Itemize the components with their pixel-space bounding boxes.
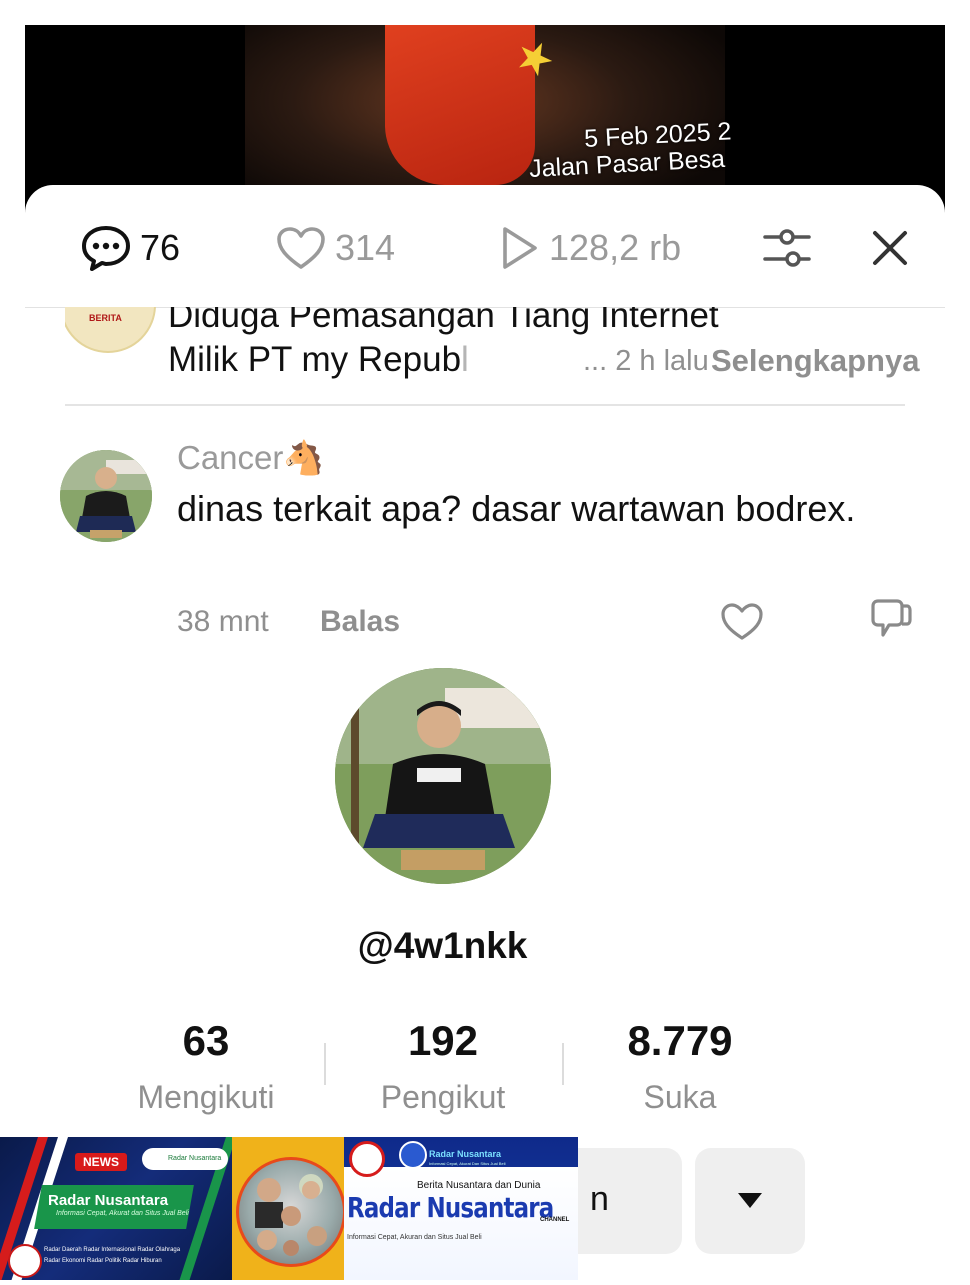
close-icon xyxy=(873,231,907,265)
dislike-icon xyxy=(871,599,912,637)
banner-people-image xyxy=(255,1174,327,1256)
plays-stat-button[interactable]: 128,2 rb xyxy=(497,223,681,273)
see-more-link[interactable]: Selengkapnya xyxy=(711,343,919,379)
filter-button[interactable] xyxy=(763,225,811,273)
news-ellipsis: ... xyxy=(583,345,608,377)
reply-button[interactable]: Balas xyxy=(320,605,400,639)
profile-action-label: n xyxy=(590,1180,609,1218)
news-time: ... 2 h lalu xyxy=(583,345,709,378)
heart-icon xyxy=(277,227,325,269)
likes-count: 314 xyxy=(335,227,396,268)
comment-avatar-image xyxy=(60,450,152,542)
news-time-text: 2 h lalu xyxy=(615,345,709,377)
news-thumbnail: BERITA xyxy=(65,307,156,353)
heart-icon xyxy=(721,603,763,640)
comment-username[interactable]: Cancer🐴 xyxy=(177,439,324,478)
likes-stat-button[interactable]: 314 xyxy=(275,223,395,273)
likes-stat[interactable]: 8.779 Suka xyxy=(580,1017,780,1116)
horse-emoji-icon: 🐴 xyxy=(283,439,325,476)
comment-text: dinas terkait apa? dasar wartawan bodrex… xyxy=(177,488,856,529)
stat-separator xyxy=(324,1043,326,1085)
likes-total-label: Suka xyxy=(643,1079,717,1115)
plays-count: 128,2 rb xyxy=(549,227,682,268)
comment-icon xyxy=(82,226,130,271)
news-title-line1: Diduga Pemasangan Tiang Internet xyxy=(168,307,719,335)
banner-right-headline: Berita Nusantara dan Dunia xyxy=(417,1180,541,1191)
banner-left-subtitle: Informasi Cepat, Akurat dan Situs Jual B… xyxy=(56,1210,189,1217)
followers-count: 192 xyxy=(407,1017,479,1064)
banner-right-small-tagline: Informasi Cepat, Akurat Dan Situs Jual B… xyxy=(429,1161,506,1166)
caret-down-icon xyxy=(738,1193,762,1208)
banner-right-panel: Radar Nusantara Informasi Cepat, Akurat … xyxy=(344,1137,578,1280)
filter-icon xyxy=(763,229,811,267)
banner-news-badge: NEWS xyxy=(75,1153,127,1171)
banner-swirl-logo-icon xyxy=(349,1141,385,1177)
news-title-visible: Milik PT my Repub xyxy=(168,340,462,379)
play-icon xyxy=(503,227,537,269)
profile-avatar-image xyxy=(335,668,551,884)
banner-people-photo xyxy=(236,1157,346,1267)
likes-total-count: 8.779 xyxy=(627,1017,733,1064)
comment-time: 38 mnt xyxy=(177,605,269,638)
following-stat[interactable]: 63 Mengikuti xyxy=(106,1017,306,1116)
banner-links: Radar Daerah Radar Internasional Radar O… xyxy=(44,1245,230,1267)
banner-links-row1: Radar Daerah Radar Internasional Radar O… xyxy=(44,1247,181,1253)
more-options-button[interactable] xyxy=(695,1148,805,1254)
profile-handle: @4w1nkk xyxy=(357,925,528,966)
comment-dislike-button[interactable] xyxy=(867,598,913,638)
following-label: Mengikuti xyxy=(137,1079,275,1115)
comment-avatar[interactable] xyxy=(60,450,152,542)
news-item[interactable]: BERITA Diduga Pemasangan Tiang Internet … xyxy=(65,307,925,403)
divider xyxy=(65,404,905,406)
comment-username-text: Cancer xyxy=(177,439,284,476)
close-button[interactable] xyxy=(867,225,913,271)
banner-logo-icon xyxy=(8,1244,42,1278)
banner-links-row2: Radar Ekonomi Radar Politik Radar Hibura… xyxy=(44,1258,162,1264)
comments-stat-button[interactable]: 76 xyxy=(80,223,180,273)
radar-nusantara-banner[interactable]: NEWS Radar Nusantara Radar Nusantara Inf… xyxy=(0,1137,578,1280)
banner-pill: Radar Nusantara xyxy=(142,1148,228,1170)
news-thumbnail-logo: BERITA xyxy=(89,313,122,323)
banner-right-tagline: Informasi Cepat, Akuran dan Situs Jual B… xyxy=(347,1234,482,1241)
banner-globe-icon xyxy=(399,1141,427,1169)
comments-sheet: 76 314 128,2 rb BERITA Diduga Pemasangan… xyxy=(25,185,945,1285)
banner-right-small-title: Radar Nusantara xyxy=(429,1149,502,1159)
comment-like-button[interactable] xyxy=(720,602,764,642)
comments-count: 76 xyxy=(140,227,181,268)
video-red-cloth xyxy=(385,25,535,185)
followers-stat[interactable]: 192 Pengikut xyxy=(343,1017,543,1116)
banner-left-panel: NEWS Radar Nusantara Radar Nusantara Inf… xyxy=(0,1137,236,1280)
profile-avatar[interactable] xyxy=(335,668,551,884)
followers-label: Pengikut xyxy=(380,1079,506,1115)
banner-right-big-title: Radar Nusantara xyxy=(347,1191,554,1224)
banner-channel-label: CHANNEL xyxy=(540,1217,570,1223)
comments-topbar: 76 314 128,2 rb xyxy=(25,185,945,308)
news-title-line2: Milik PT my Republ xyxy=(168,340,469,380)
banner-photo-collage xyxy=(232,1137,346,1280)
following-count: 63 xyxy=(182,1017,230,1064)
news-title-faded: l xyxy=(461,340,469,379)
stat-separator xyxy=(562,1043,564,1085)
banner-left-title: Radar Nusantara xyxy=(48,1192,169,1209)
